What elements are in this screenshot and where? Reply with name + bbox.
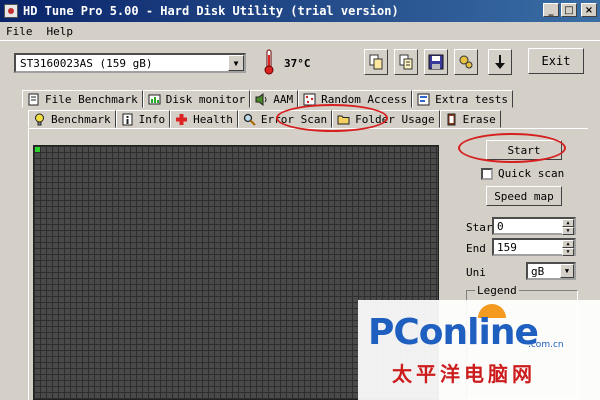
tab-info[interactable]: Info bbox=[115, 110, 171, 128]
save-button[interactable] bbox=[424, 49, 448, 75]
download-button[interactable] bbox=[488, 49, 512, 75]
erase-icon bbox=[447, 113, 456, 125]
drive-select[interactable]: ST3160023AS (159 gB) ▼ bbox=[14, 53, 246, 73]
title-bar: HD Tune Pro 5.00 - Hard Disk Utility (tr… bbox=[0, 0, 600, 22]
up-arrow-icon[interactable]: ▲ bbox=[562, 240, 574, 248]
chevron-down-icon[interactable]: ▼ bbox=[228, 55, 244, 71]
minimize-button[interactable]: _ bbox=[543, 3, 559, 17]
drive-select-value: ST3160023AS (159 gB) bbox=[20, 56, 153, 70]
copy-icon bbox=[369, 54, 383, 70]
thermometer-icon bbox=[264, 49, 274, 75]
watermark-brand: PConline bbox=[368, 312, 539, 353]
tab-label: AAM bbox=[273, 92, 294, 106]
close-button[interactable]: × bbox=[581, 3, 597, 17]
end-stepper-value: 159 bbox=[497, 240, 517, 254]
health-icon bbox=[176, 113, 188, 125]
watermark-domain: .com.cn bbox=[528, 340, 564, 350]
tab-extra-tests[interactable]: Extra tests bbox=[412, 90, 514, 108]
tab-row-bottom: Benchmark Info Health Error Scan Folder … bbox=[28, 110, 501, 128]
tab-label: Health bbox=[193, 112, 233, 126]
end-stepper-arrows[interactable]: ▲ ▼ bbox=[562, 240, 574, 256]
unit-label: Uni bbox=[466, 266, 486, 279]
window-title: HD Tune Pro 5.00 - Hard Disk Utility (tr… bbox=[23, 4, 399, 18]
tab-label: Random Access bbox=[321, 92, 408, 106]
quick-scan-checkbox[interactable] bbox=[481, 167, 493, 180]
copy-button[interactable] bbox=[364, 49, 388, 75]
start-stepper-value: 0 bbox=[497, 219, 504, 233]
window-controls: _ □ × bbox=[543, 3, 597, 17]
end-stepper[interactable]: 159 ▲ ▼ bbox=[492, 238, 576, 256]
benchmark-icon bbox=[35, 113, 44, 125]
tab-label: Info bbox=[138, 112, 166, 126]
copy-info-icon bbox=[399, 54, 413, 70]
watermark-chinese: 太平洋电脑网 bbox=[392, 362, 536, 386]
temperature-readout: 37°C bbox=[284, 57, 311, 70]
app-icon bbox=[4, 4, 18, 18]
tab-label: Error Scan bbox=[260, 112, 328, 126]
tab-file-benchmark[interactable]: File Benchmark bbox=[22, 90, 143, 108]
start-stepper-arrows[interactable]: ▲ ▼ bbox=[562, 219, 574, 235]
tab-error-scan[interactable]: Error Scan bbox=[237, 110, 333, 128]
unit-select[interactable]: gB ▼ bbox=[526, 262, 576, 280]
start-stepper[interactable]: 0 ▲ ▼ bbox=[492, 217, 576, 235]
tab-label: Erase bbox=[462, 112, 496, 126]
copy-info-button[interactable] bbox=[394, 49, 418, 75]
tab-row-top: File Benchmark Disk monitor AAM Random A… bbox=[22, 90, 514, 108]
quick-scan-option[interactable]: Quick scan bbox=[481, 167, 564, 180]
quick-scan-label: Quick scan bbox=[498, 167, 565, 180]
toolbar: ST3160023AS (159 gB) ▼ 37°C Exit bbox=[0, 40, 600, 82]
tab-label: Extra tests bbox=[435, 92, 509, 106]
down-arrow-icon[interactable]: ▼ bbox=[562, 248, 574, 256]
exit-button[interactable]: Exit bbox=[528, 48, 584, 74]
tab-aam[interactable]: AAM bbox=[250, 90, 299, 108]
tab-label: Benchmark bbox=[51, 112, 111, 126]
magnifier-icon bbox=[243, 113, 256, 126]
speaker-icon bbox=[255, 92, 267, 106]
tab-folder-usage[interactable]: Folder Usage bbox=[332, 110, 440, 128]
tab-label: Folder Usage bbox=[355, 112, 435, 126]
start-button[interactable]: Start bbox=[486, 140, 562, 160]
disk-monitor-icon bbox=[148, 94, 161, 104]
save-icon bbox=[428, 54, 444, 70]
file-benchmark-icon bbox=[28, 93, 39, 105]
end-field-label: End bbox=[466, 242, 486, 255]
scanned-block bbox=[35, 147, 40, 152]
maximize-button[interactable]: □ bbox=[561, 3, 577, 17]
watermark: PConline .com.cn 太平洋电脑网 bbox=[358, 300, 600, 400]
tab-disk-monitor[interactable]: Disk monitor bbox=[142, 90, 251, 108]
tab-label: Disk monitor bbox=[165, 92, 246, 106]
options-icon bbox=[459, 55, 473, 69]
options-button[interactable] bbox=[454, 49, 478, 75]
menu-file[interactable]: File bbox=[6, 25, 33, 38]
menu-help[interactable]: Help bbox=[47, 25, 74, 38]
tab-random-access[interactable]: Random Access bbox=[298, 90, 413, 108]
legend-title: Legend bbox=[475, 284, 519, 297]
tab-benchmark[interactable]: Benchmark bbox=[28, 110, 116, 128]
folder-icon bbox=[337, 115, 350, 124]
up-arrow-icon[interactable]: ▲ bbox=[562, 219, 574, 227]
extra-tests-icon bbox=[417, 93, 430, 105]
random-access-icon bbox=[303, 93, 316, 105]
unit-select-value: gB bbox=[531, 264, 545, 278]
info-icon bbox=[122, 113, 133, 125]
download-icon bbox=[495, 55, 505, 69]
tab-health[interactable]: Health bbox=[170, 110, 238, 128]
menu-bar: File Help bbox=[0, 22, 600, 40]
chevron-down-icon[interactable]: ▼ bbox=[560, 264, 574, 278]
tab-erase[interactable]: Erase bbox=[439, 110, 501, 128]
start-field-label: Star bbox=[466, 221, 493, 234]
down-arrow-icon[interactable]: ▼ bbox=[562, 227, 574, 235]
tab-label: File Benchmark bbox=[45, 92, 138, 106]
speed-map-button[interactable]: Speed map bbox=[486, 186, 562, 206]
